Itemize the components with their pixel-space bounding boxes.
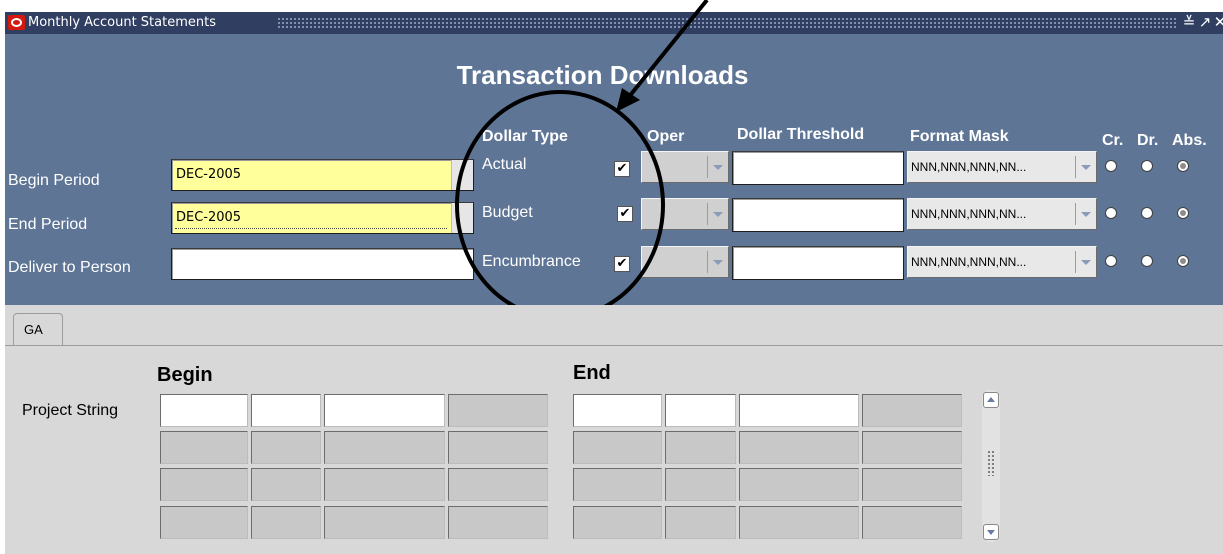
begin-segment-cell[interactable]	[160, 468, 248, 501]
end-segment-cell[interactable]	[665, 468, 736, 501]
begin-segment-cell[interactable]	[448, 468, 548, 501]
end-section-header: End	[573, 362, 611, 384]
vertical-scrollbar[interactable]	[982, 390, 1000, 542]
end-segment-cell[interactable]	[739, 394, 859, 427]
end-segment-cell[interactable]	[573, 394, 662, 427]
begin-segment-cell[interactable]	[448, 506, 548, 539]
end-segment-cell[interactable]	[573, 506, 662, 539]
scroll-thumb-grip[interactable]	[987, 450, 995, 476]
end-segment-cell[interactable]	[573, 468, 662, 501]
scroll-down-icon[interactable]	[983, 524, 999, 540]
scroll-up-icon[interactable]	[983, 392, 999, 408]
tab-strip: GA	[5, 305, 1223, 346]
annotation-arrow-line	[626, 0, 709, 100]
begin-segment-cell[interactable]	[251, 394, 321, 427]
end-segment-cell[interactable]	[739, 506, 859, 539]
begin-segment-cell[interactable]	[251, 506, 321, 539]
begin-segment-cell[interactable]	[448, 394, 548, 427]
project-string-label: Project String	[22, 402, 119, 419]
begin-segment-cell[interactable]	[324, 468, 445, 501]
end-segment-cell[interactable]	[862, 506, 962, 539]
begin-segment-cell[interactable]	[324, 431, 445, 464]
tab-ga[interactable]: GA	[13, 313, 63, 346]
end-segment-cell[interactable]	[862, 394, 962, 427]
begin-segment-cell[interactable]	[160, 431, 248, 464]
end-segment-cell[interactable]	[573, 431, 662, 464]
end-segment-cell[interactable]	[862, 431, 962, 464]
end-segment-cell[interactable]	[665, 394, 736, 427]
begin-segment-cell[interactable]	[251, 431, 321, 464]
annotation-arrow-head	[616, 88, 640, 112]
begin-segment-cell[interactable]	[448, 431, 548, 464]
begin-section-header: Begin	[157, 364, 213, 386]
begin-segment-cell[interactable]	[324, 506, 445, 539]
begin-segment-cell[interactable]	[324, 394, 445, 427]
begin-segment-cell[interactable]	[251, 468, 321, 501]
end-segment-cell[interactable]	[862, 468, 962, 501]
end-segment-cell[interactable]	[739, 431, 859, 464]
begin-segment-cell[interactable]	[160, 394, 248, 427]
end-segment-cell[interactable]	[739, 468, 859, 501]
end-segment-cell[interactable]	[665, 431, 736, 464]
end-segment-cell[interactable]	[665, 506, 736, 539]
begin-segment-cell[interactable]	[160, 506, 248, 539]
